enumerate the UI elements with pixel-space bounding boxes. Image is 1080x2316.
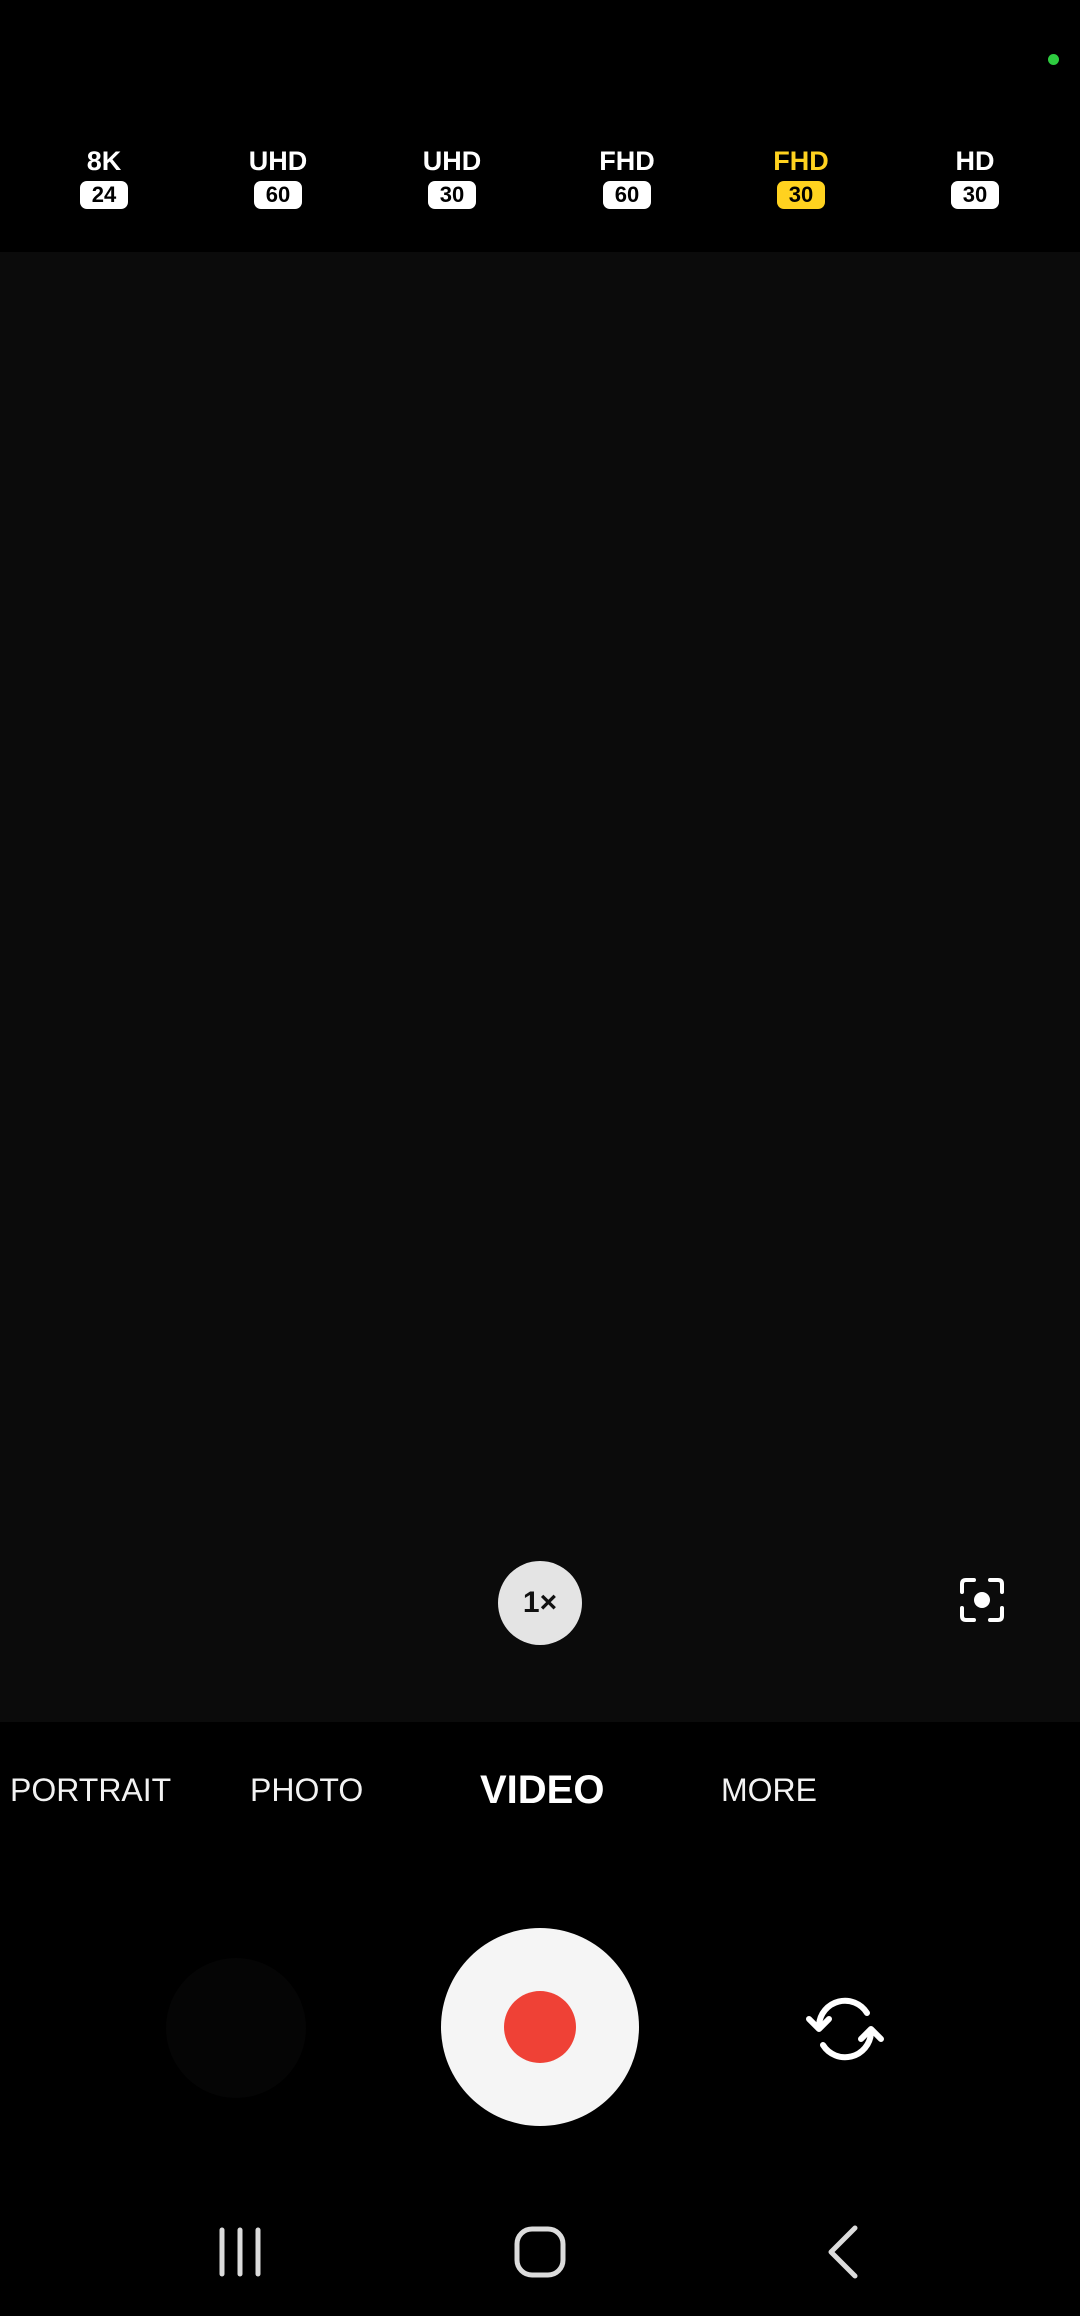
resolution-option-fhd-30[interactable]: FHD 30 bbox=[741, 146, 861, 209]
mode-photo[interactable]: PHOTO bbox=[250, 1765, 363, 1815]
fps-badge: 60 bbox=[254, 181, 302, 209]
camera-viewfinder[interactable] bbox=[0, 252, 1080, 1722]
fps-badge: 30 bbox=[428, 181, 476, 209]
navigation-bar bbox=[0, 2200, 1080, 2316]
resolution-option-uhd-30[interactable]: UHD 30 bbox=[392, 146, 512, 209]
resolution-label: 8K bbox=[86, 146, 122, 176]
home-icon[interactable] bbox=[510, 2222, 570, 2282]
fps-badge: 24 bbox=[80, 181, 128, 209]
resolution-selector: 8K 24 UHD 60 UHD 30 FHD 60 FHD 30 HD 30 bbox=[0, 146, 1080, 246]
recents-icon[interactable] bbox=[210, 2222, 270, 2282]
record-button[interactable] bbox=[441, 1928, 639, 2126]
resolution-option-hd-30[interactable]: HD 30 bbox=[915, 146, 1035, 209]
camera-in-use-dot-icon bbox=[1048, 54, 1059, 65]
camera-mode-selector: PORTRAIT PHOTO VIDEO MORE bbox=[0, 1765, 1080, 1825]
fps-badge: 60 bbox=[603, 181, 651, 209]
resolution-label: FHD bbox=[599, 146, 655, 176]
resolution-option-8k-24[interactable]: 8K 24 bbox=[44, 146, 164, 209]
mode-video[interactable]: VIDEO bbox=[480, 1765, 604, 1815]
switch-camera-icon[interactable] bbox=[805, 1989, 885, 2069]
resolution-label: FHD bbox=[773, 146, 829, 176]
resolution-label: HD bbox=[955, 146, 995, 176]
mode-portrait[interactable]: PORTRAIT bbox=[10, 1765, 171, 1815]
resolution-option-fhd-60[interactable]: FHD 60 bbox=[567, 146, 687, 209]
fps-badge: 30 bbox=[777, 181, 825, 209]
back-icon[interactable] bbox=[815, 2222, 875, 2282]
resolution-label: UHD bbox=[248, 146, 308, 176]
zoom-button[interactable]: 1× bbox=[498, 1561, 582, 1645]
mode-more[interactable]: MORE bbox=[721, 1765, 817, 1815]
resolution-label: UHD bbox=[422, 146, 482, 176]
gallery-thumbnail[interactable] bbox=[166, 1958, 306, 2098]
resolution-option-uhd-60[interactable]: UHD 60 bbox=[218, 146, 338, 209]
focus-frame-icon[interactable] bbox=[958, 1576, 1006, 1624]
fps-badge: 30 bbox=[951, 181, 999, 209]
record-icon bbox=[504, 1991, 576, 2063]
